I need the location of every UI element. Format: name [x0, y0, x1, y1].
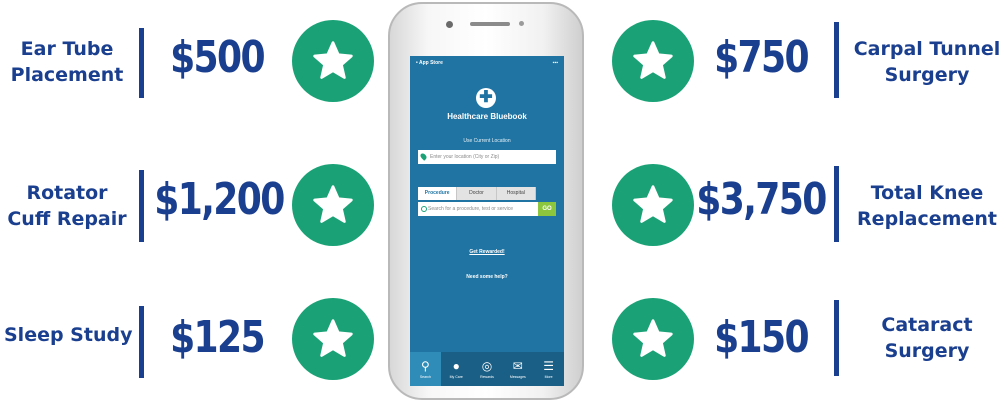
search-input[interactable]: Search for a procedure, test or service [418, 202, 538, 216]
divider [834, 166, 839, 242]
star-icon [633, 185, 673, 223]
nav-label: Messages [509, 375, 526, 379]
speaker-icon [470, 22, 510, 26]
price: $125 [170, 312, 266, 363]
help-link[interactable]: Need some help? [410, 274, 564, 280]
nav-item-messages[interactable]: ✉ Messages [502, 352, 533, 386]
nav-item-search[interactable]: ⚲ Search [410, 352, 441, 386]
divider [139, 306, 144, 378]
star-badge [292, 20, 374, 102]
price: $3,750 [696, 174, 827, 225]
nav-item-my-care[interactable]: ● My Care [441, 352, 472, 386]
camera-icon [446, 21, 453, 28]
nav-label: Rewards [480, 375, 494, 379]
status-carrier: • App Store [416, 60, 443, 66]
star-icon [313, 41, 353, 79]
search-placeholder: Search for a procedure, test or service [428, 206, 514, 212]
price: $500 [170, 32, 266, 83]
envelope-icon: ✉ [512, 359, 523, 373]
divider [139, 170, 144, 242]
search-tabs: Procedure Doctor Hospital [418, 187, 536, 200]
procedure-label: Rotator Cuff Repair [6, 180, 128, 232]
location-pin-icon [419, 152, 428, 161]
divider [834, 300, 839, 376]
procedure-label: Cataract Surgery [852, 312, 1002, 364]
search-row: Search for a procedure, test or service … [418, 202, 556, 216]
tab-procedure[interactable]: Procedure [418, 187, 458, 200]
procedure-line: Cuff Repair [7, 208, 127, 230]
app-title: Healthcare Bluebook [447, 112, 527, 121]
procedure-line: Surgery [884, 340, 970, 362]
people-icon: ● [452, 359, 460, 373]
procedure-line: Ear Tube [20, 38, 114, 60]
nav-item-more[interactable]: ☰ More [533, 352, 564, 386]
procedure-label: Ear Tube Placement [6, 36, 128, 88]
divider [139, 28, 144, 98]
procedure-line: Placement [10, 64, 124, 86]
procedure-line: Cataract [881, 314, 973, 336]
star-badge [292, 164, 374, 246]
star-badge [612, 164, 694, 246]
phone-mockup: • App Store ▪▪▪ ✚ Healthcare Bluebook Us… [388, 2, 584, 400]
price: $1,200 [154, 174, 285, 225]
procedure-line: Surgery [884, 64, 970, 86]
app-screen: • App Store ▪▪▪ ✚ Healthcare Bluebook Us… [410, 56, 564, 386]
procedure-line: Sleep Study [4, 324, 133, 346]
cross-icon: ✚ [476, 88, 496, 108]
use-location-link[interactable]: Use Current Location [410, 138, 564, 144]
procedure-label: Sleep Study [4, 322, 133, 348]
procedure-line: Rotator [26, 182, 108, 204]
search-icon [421, 206, 427, 212]
star-badge [612, 298, 694, 380]
sensor-icon [519, 21, 524, 26]
star-icon [313, 185, 353, 223]
procedure-line: Carpal Tunnel [853, 38, 1001, 60]
status-bar: • App Store ▪▪▪ [410, 56, 564, 70]
bottom-nav: ⚲ Search ● My Care ◎ Rewards ✉ Messages … [410, 352, 564, 386]
get-rewarded-link[interactable]: Get Rewarded! [410, 249, 564, 255]
search-icon: ⚲ [421, 359, 430, 373]
award-icon: ◎ [481, 359, 493, 373]
location-placeholder: Enter your location (City or Zip) [430, 154, 500, 160]
nav-label: My Care [449, 375, 463, 379]
location-input[interactable]: Enter your location (City or Zip) [418, 150, 556, 164]
star-icon [633, 319, 673, 357]
price: $750 [714, 32, 810, 83]
tab-hospital[interactable]: Hospital [496, 187, 536, 200]
procedure-line: Replacement [857, 208, 997, 230]
price: $150 [714, 312, 810, 363]
status-signal: ▪▪▪ [552, 60, 558, 66]
star-badge [292, 298, 374, 380]
procedure-label: Total Knee Replacement [852, 180, 1002, 232]
tab-doctor[interactable]: Doctor [457, 187, 497, 200]
menu-icon: ☰ [543, 359, 554, 373]
nav-label: More [544, 375, 553, 379]
star-icon [313, 319, 353, 357]
divider [834, 22, 839, 98]
nav-label: Search [419, 375, 431, 379]
go-button[interactable]: GO [538, 202, 556, 216]
procedure-line: Total Knee [870, 182, 984, 204]
star-icon [633, 41, 673, 79]
nav-item-rewards[interactable]: ◎ Rewards [472, 352, 503, 386]
star-badge [612, 20, 694, 102]
procedure-label: Carpal Tunnel Surgery [852, 36, 1002, 88]
